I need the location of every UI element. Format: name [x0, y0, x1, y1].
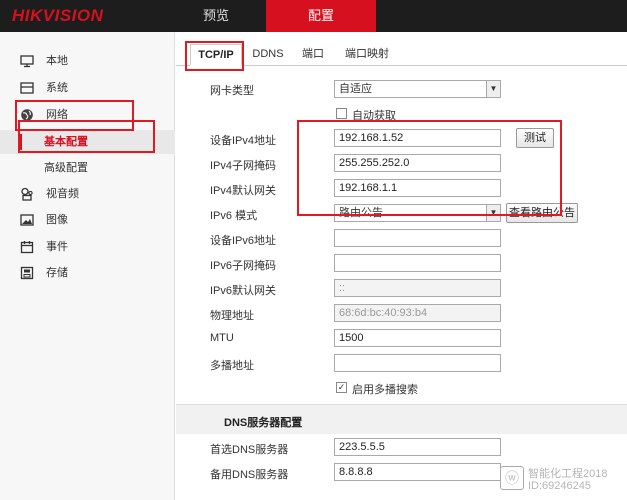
mtu-input[interactable]: 1500: [334, 329, 501, 347]
ipv6-address-label: 设备IPv6地址: [210, 235, 277, 247]
sidebar: 本地 系统 网络 基本配置 高级配置 视音频 图像 事件 存储: [0, 32, 175, 500]
wechat-logo-icon: ⓦ: [500, 466, 524, 490]
image-icon: [20, 213, 34, 227]
nav-preview[interactable]: 预览: [196, 0, 236, 32]
multicast-address-input[interactable]: [334, 354, 501, 372]
sidebar-item-label: 事件: [46, 241, 68, 253]
multicast-address-label: 多播地址: [210, 360, 254, 372]
calendar-icon: [20, 240, 34, 254]
ipv6-mode-label: IPv6 模式: [210, 210, 258, 222]
sidebar-item-label: 网络: [46, 109, 68, 121]
nic-type-label: 网卡类型: [210, 85, 254, 97]
tab-port-mapping[interactable]: 端口映射: [340, 44, 394, 66]
audio-video-icon: [20, 187, 34, 201]
mac-address-label: 物理地址: [210, 310, 254, 322]
dns1-label: 首选DNS服务器: [210, 444, 289, 456]
multicast-search-label: 启用多播搜索: [352, 384, 418, 396]
ipv6-mask-label: IPv6子网掩码: [210, 260, 277, 272]
ipv4-mask-input[interactable]: 255.255.252.0: [334, 154, 501, 172]
nic-type-value: 自适应: [339, 83, 372, 95]
ipv6-mode-value: 路由公告: [339, 207, 383, 219]
nav-config[interactable]: 配置: [266, 0, 376, 32]
ipv6-mask-input[interactable]: [334, 254, 501, 272]
sidebar-item-label: 视音频: [46, 188, 79, 200]
sidebar-item-network[interactable]: 网络: [0, 103, 175, 127]
sidebar-item-basic-config[interactable]: 基本配置: [0, 130, 175, 154]
mac-address-field: 68:6d:bc:40:93:b4: [334, 304, 501, 322]
ipv6-mode-select[interactable]: 路由公告 ▼: [334, 204, 501, 222]
ipv6-address-input[interactable]: [334, 229, 501, 247]
ipv4-address-input[interactable]: 192.168.1.52: [334, 129, 501, 147]
watermark: ⓦ 智能化工程2018 ID:69246245: [500, 462, 627, 500]
mtu-label: MTU: [210, 332, 234, 344]
sidebar-item-label: 基本配置: [44, 136, 88, 148]
test-button[interactable]: 测试: [516, 128, 554, 148]
dns2-input[interactable]: 8.8.8.8: [334, 463, 501, 481]
hikvision-logo: HIKVISION: [12, 6, 104, 25]
sidebar-item-storage[interactable]: 存储: [0, 261, 175, 285]
tab-bar: TCP/IP DDNS 端口 端口映射: [176, 40, 627, 66]
tab-port[interactable]: 端口: [298, 44, 328, 66]
watermark-id: ID:69246245: [528, 480, 591, 492]
globe-icon: [20, 108, 34, 122]
sidebar-item-image[interactable]: 图像: [0, 208, 175, 232]
ipv4-mask-label: IPv4子网掩码: [210, 160, 277, 172]
sidebar-item-local[interactable]: 本地: [0, 49, 175, 73]
dhcp-label: 自动获取: [352, 110, 396, 122]
ipv4-gateway-input[interactable]: 192.168.1.1: [334, 179, 501, 197]
sidebar-item-label: 图像: [46, 214, 68, 226]
main-panel: TCP/IP DDNS 端口 端口映射 网卡类型 自适应 ▼ 自动获取 设备IP…: [176, 32, 627, 500]
dns1-input[interactable]: 223.5.5.5: [334, 438, 501, 456]
top-bar: HIKVISION 预览 配置: [0, 0, 627, 32]
sidebar-item-advanced-config[interactable]: 高级配置: [0, 156, 175, 180]
watermark-text: 智能化工程2018: [528, 468, 608, 480]
tab-ddns[interactable]: DDNS: [250, 44, 286, 66]
chevron-down-icon[interactable]: ▼: [486, 81, 500, 97]
dns2-label: 备用DNS服务器: [210, 469, 289, 481]
sidebar-item-label: 高级配置: [44, 162, 88, 174]
storage-icon: [20, 266, 34, 280]
multicast-search-checkbox[interactable]: ✓: [336, 382, 347, 393]
monitor-icon: [20, 54, 34, 68]
sidebar-item-system[interactable]: 系统: [0, 76, 175, 100]
chevron-down-icon[interactable]: ▼: [486, 205, 500, 221]
sidebar-item-audio-video[interactable]: 视音频: [0, 182, 175, 206]
dns-section-header: DNS服务器配置: [176, 404, 627, 434]
sidebar-item-label: 系统: [46, 82, 68, 94]
sidebar-item-label: 存储: [46, 267, 68, 279]
ipv4-address-label: 设备IPv4地址: [210, 135, 277, 147]
dns-section-title: DNS服务器配置: [224, 417, 303, 429]
tab-tcpip[interactable]: TCP/IP: [190, 44, 242, 66]
nic-type-select[interactable]: 自适应 ▼: [334, 80, 501, 98]
sidebar-item-label: 本地: [46, 55, 68, 67]
view-route-advert-button[interactable]: 查看路由公告: [506, 203, 578, 223]
sidebar-item-event[interactable]: 事件: [0, 235, 175, 259]
ipv4-gateway-label: IPv4默认网关: [210, 185, 277, 197]
ipv6-gateway-input[interactable]: ::: [334, 279, 501, 297]
system-icon: [20, 81, 34, 95]
dhcp-checkbox[interactable]: [336, 108, 347, 119]
ipv6-gateway-label: IPv6默认网关: [210, 285, 277, 297]
